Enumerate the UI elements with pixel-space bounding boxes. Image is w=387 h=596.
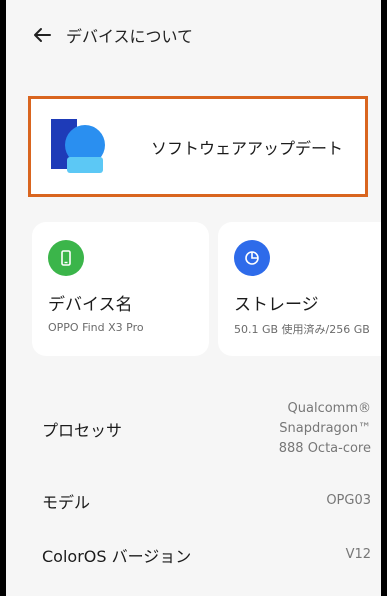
- screen: デバイスについて ソフトウェアアップデート デバイス名 OPPO Find X3…: [0, 0, 387, 596]
- software-update-label: ソフトウェアアップデート: [151, 138, 344, 158]
- storage-title: ストレージ: [234, 295, 319, 315]
- os-version-label: ColorOS バージョン: [42, 547, 192, 566]
- processor-value: Qualcomm® Snapdragon™ 888 Octa-core: [279, 399, 371, 459]
- model-value: OPG03: [326, 493, 371, 508]
- model-label: モデル: [42, 493, 91, 512]
- model-row: モデル OPG03: [42, 490, 371, 512]
- device-name-value: OPPO Find X3 Pro: [48, 321, 144, 334]
- processor-value-line: Qualcomm®: [287, 401, 371, 416]
- device-name-card[interactable]: デバイス名 OPPO Find X3 Pro: [32, 222, 209, 356]
- top-bar: デバイスについて: [30, 20, 371, 50]
- storage-card[interactable]: ストレージ 50.1 GB 使用済み/256 GB: [218, 222, 381, 356]
- pie-chart-icon: [234, 240, 270, 276]
- processor-value-line: Snapdragon™: [279, 421, 371, 436]
- storage-usage: 50.1 GB 使用済み/256 GB: [234, 323, 370, 336]
- page-title: デバイスについて: [66, 27, 194, 46]
- back-arrow-icon[interactable]: [30, 23, 54, 47]
- phone-icon: [48, 240, 84, 276]
- processor-label: プロセッサ: [42, 421, 123, 440]
- software-update-logo-icon: [51, 118, 105, 173]
- device-name-title: デバイス名: [48, 295, 133, 315]
- software-update-button[interactable]: ソフトウェアアップデート: [28, 96, 368, 197]
- processor-row: プロセッサ Qualcomm® Snapdragon™ 888 Octa-cor…: [42, 394, 371, 464]
- processor-value-line: 888 Octa-core: [278, 441, 371, 456]
- os-version-row[interactable]: ColorOS バージョン V12: [42, 544, 371, 566]
- os-version-value: V12: [345, 547, 371, 562]
